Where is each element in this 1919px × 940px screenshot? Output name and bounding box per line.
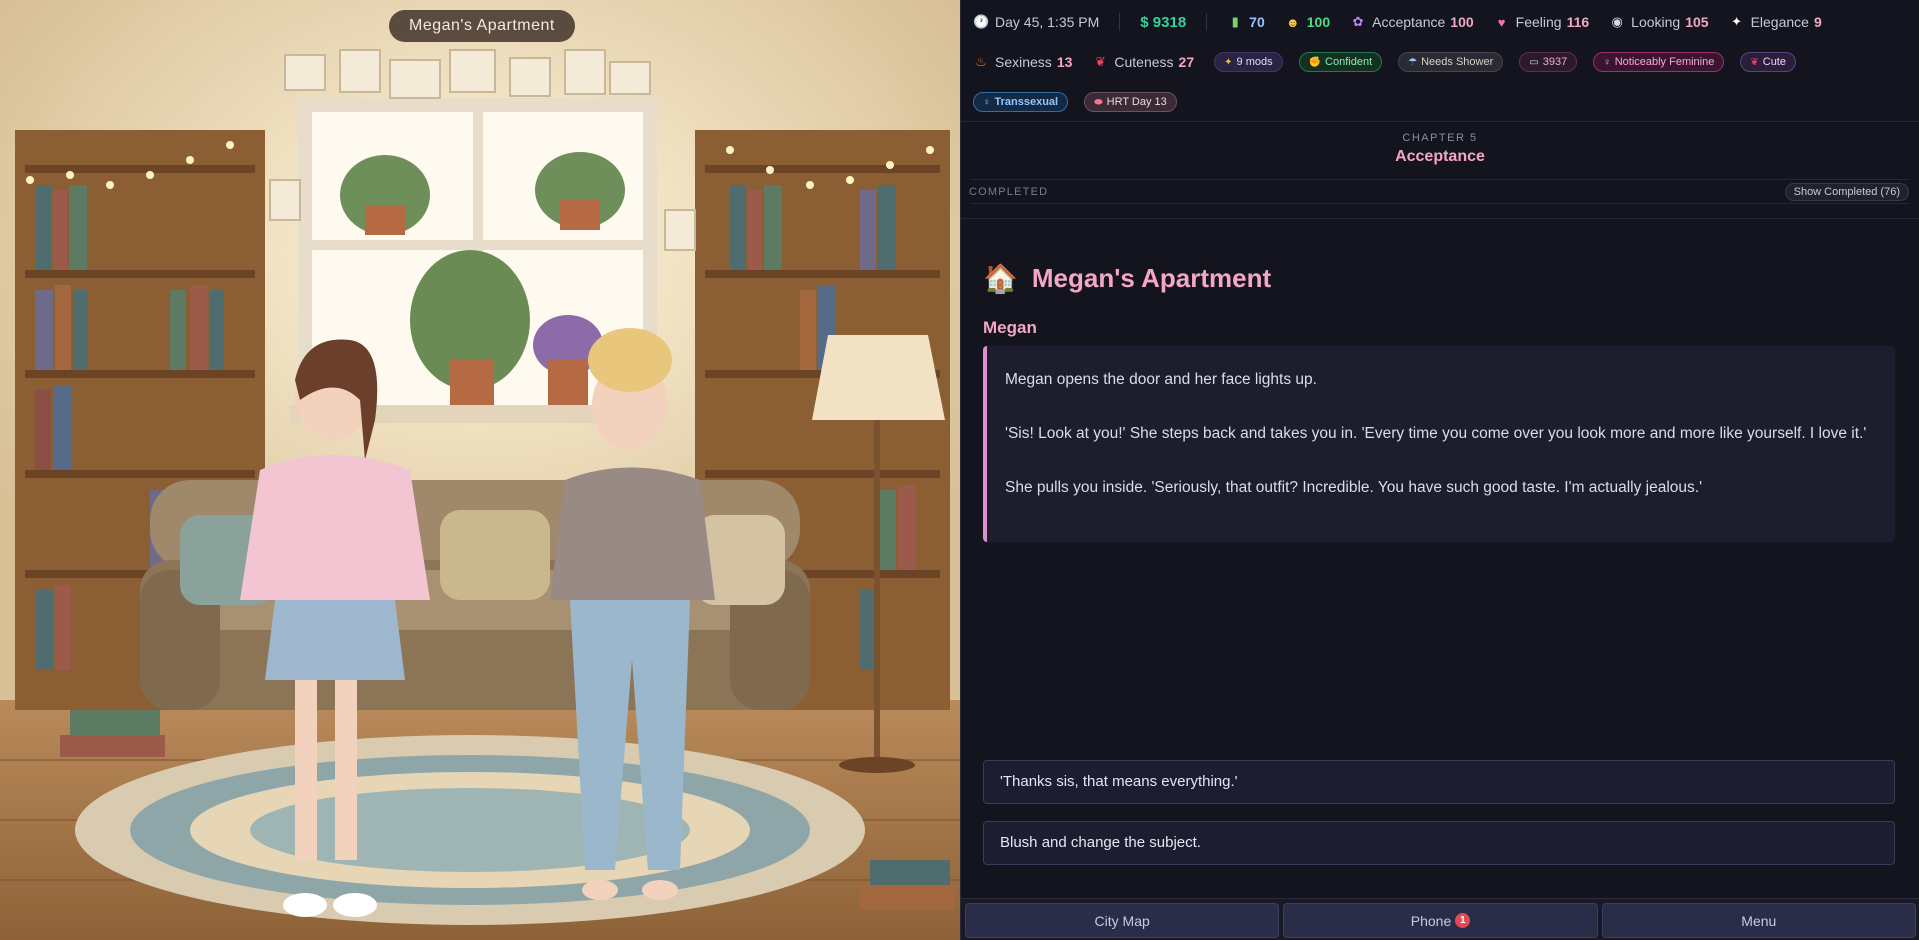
looking-stat: ◉ Looking 105 — [1609, 14, 1708, 30]
confident-tag: ✊ Confident — [1298, 52, 1383, 72]
card-icon: ▭ — [1529, 56, 1539, 68]
cute-tag: ❦ Cute — [1740, 52, 1796, 72]
butterfly-icon: ✿ — [1352, 14, 1364, 29]
mods-tag[interactable]: ✦ 9 mods — [1214, 52, 1283, 72]
female-icon: ♀ — [983, 96, 991, 108]
divider — [1119, 13, 1121, 31]
transsexual-tag: ♀ Transsexual — [973, 92, 1069, 112]
choice-button[interactable]: 'Thanks sis, that means everything.' — [983, 760, 1895, 804]
eye-icon: ◉ — [1611, 14, 1623, 29]
divider — [1206, 13, 1208, 31]
sparkle-icon: ✦ — [1731, 14, 1743, 29]
female-icon: ♀ — [1603, 56, 1611, 68]
battery-icon: ▮ — [1231, 14, 1239, 29]
house-icon: 🏠 — [983, 263, 1018, 294]
phone-button[interactable]: Phone 1 — [1283, 903, 1598, 938]
completed-bar: COMPLETED Show Completed (76) — [969, 180, 1909, 204]
choice-button[interactable]: Blush and change the subject. — [983, 821, 1895, 865]
needs-shower-tag: ☂ Needs Shower — [1398, 52, 1504, 72]
show-completed-button[interactable]: Show Completed (76) — [1784, 182, 1909, 201]
chapter-header: CHAPTER 5 Acceptance — [971, 122, 1909, 180]
location-title: Megan's Apartment — [1031, 263, 1272, 293]
status-bar: 🕐 Day 45, 1:35 PM $ 9318 ▮ 70 ☻ 100 ✿ Ac… — [961, 0, 1919, 122]
bow-icon: ❦ — [1750, 56, 1759, 68]
noticeably-feminine-tag: ♀ Noticeably Feminine — [1593, 52, 1725, 72]
bottom-nav: City Map Phone 1 Menu — [961, 898, 1919, 940]
energy-stat: ▮ 70 — [1227, 14, 1265, 30]
chapter-title: Acceptance — [1395, 148, 1485, 165]
pill-icon: ⬬ — [1094, 96, 1103, 108]
menu-button[interactable]: Menu — [1601, 903, 1916, 938]
dialogue-paragraph: Megan opens the door and her face lights… — [1005, 371, 1317, 388]
hrt-tag: ⬬ HRT Day 13 — [1084, 92, 1177, 112]
dialogue-paragraph: 'Sis! Look at you!' She steps back and t… — [1005, 425, 1867, 442]
flex-icon: ✊ — [1308, 56, 1322, 68]
heart-icon: ♥ — [1497, 14, 1506, 30]
dialogue-paragraph: She pulls you inside. 'Seriously, that o… — [1005, 479, 1703, 496]
scene-illustration: Megan's Apartment — [0, 0, 960, 940]
bow-icon: ❦ — [1094, 54, 1106, 69]
mood-stat: ☻ 100 — [1285, 14, 1331, 30]
sparkle-icon: ✦ — [1224, 56, 1233, 68]
dialogue-box: Megan opens the door and her face lights… — [983, 346, 1895, 542]
code-tag: ▭ 3937 — [1519, 52, 1578, 72]
speaker-name: Megan — [983, 318, 1037, 337]
day-time: 🕐 Day 45, 1:35 PM — [973, 14, 1100, 30]
smiley-icon: ☻ — [1285, 14, 1300, 30]
flame-icon: ♨ — [975, 54, 987, 69]
divider — [961, 218, 1919, 219]
location-label: Megan's Apartment — [389, 10, 575, 42]
chapter-number: CHAPTER 5 — [1402, 132, 1478, 144]
sexiness-stat: ♨ Sexiness 13 — [973, 54, 1072, 70]
elegance-stat: ✦ Elegance 9 — [1729, 14, 1822, 30]
story-panel: 🕐 Day 45, 1:35 PM $ 9318 ▮ 70 ☻ 100 ✿ Ac… — [960, 0, 1919, 940]
notification-badge: 1 — [1455, 913, 1471, 928]
completed-label: COMPLETED — [969, 185, 1049, 198]
location-heading: 🏠 Megan's Apartment — [983, 262, 1271, 295]
cuteness-stat: ❦ Cuteness 27 — [1092, 54, 1194, 70]
clock-icon: 🕐 — [973, 14, 990, 29]
shower-icon: ☂ — [1408, 56, 1418, 68]
city-map-button[interactable]: City Map — [965, 903, 1280, 938]
apartment-illustration — [0, 0, 960, 940]
acceptance-stat: ✿ Acceptance 100 — [1350, 14, 1474, 30]
money: $ 9318 — [1140, 13, 1187, 31]
feeling-stat: ♥ Feeling 116 — [1494, 14, 1589, 30]
